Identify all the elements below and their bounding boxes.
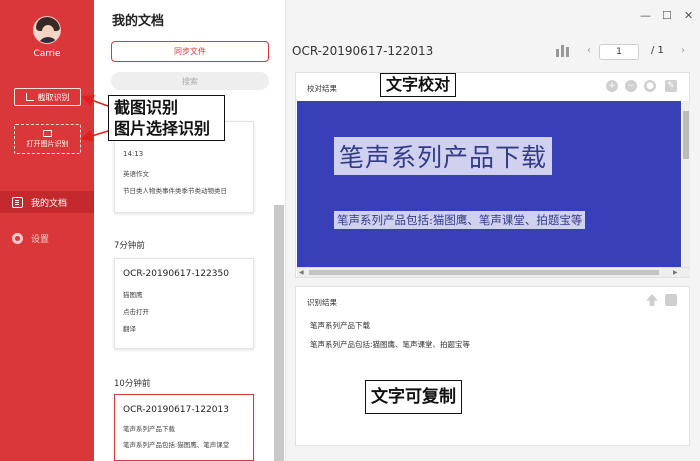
eye-icon[interactable]: ● [644, 80, 656, 92]
list-scrollbar[interactable] [274, 205, 284, 461]
card-line: 翻译 [123, 325, 136, 333]
annotation-callout-copyable: 文字可复制 [365, 380, 462, 414]
close-button[interactable]: ✕ [684, 9, 693, 22]
image-subtitle-text[interactable]: 笔声系列产品包括:猫图鹰、笔声课堂、拍题宝等 [334, 211, 586, 229]
panel-header: 识别结果 [307, 298, 337, 307]
page-number-input[interactable]: 1 [599, 44, 639, 60]
app-window: Carrie 截取识别 打开图片识别 我的文档 设置 我的文档 同步文件 搜索 … [0, 0, 700, 461]
sidebar-item-label: 我的文档 [31, 198, 68, 209]
scroll-right-icon[interactable]: ▶ [673, 269, 678, 276]
page-title: 我的文档 [112, 14, 165, 29]
card-line: 笔声系列产品包括:猫图鹰、笔声课堂 [123, 441, 230, 449]
horizontal-scrollbar[interactable]: ◀ ▶ [297, 267, 690, 277]
annotation-callout-capture: 截图识别 图片选择识别 [108, 95, 225, 141]
card-line: 笔声系列产品下载 [123, 425, 175, 433]
document-card-selected[interactable]: OCR-20190617-122013 笔声系列产品下载 笔声系列产品包括:猫图… [114, 394, 254, 461]
card-title: OCR-20190617-122013 [123, 405, 229, 415]
folder-icon [43, 129, 52, 137]
annotation-text: 截图识别 [114, 98, 179, 117]
document-view-pane: — ☐ ✕ OCR-20190617-122013 ‹ 1 / 1 › 校对结果… [286, 0, 700, 461]
next-page-button[interactable]: › [681, 45, 685, 56]
group-time-label: 10分钟前 [114, 379, 151, 389]
sidebar-item-settings[interactable]: 设置 [0, 227, 94, 249]
proofread-panel: 校对结果 + − ● ✎ 笔声系列产品下载 笔声系列产品包括:猫图鹰、笔声课堂、… [295, 72, 690, 278]
capture-recognize-button[interactable]: 截取识别 [14, 88, 81, 106]
result-text-line[interactable]: 笔声系列产品包括:猫图鹰、笔声课堂、拍题宝等 [310, 339, 470, 350]
source-image: 笔声系列产品下载 笔声系列产品包括:猫图鹰、笔声课堂、拍题宝等 [297, 101, 681, 267]
card-title: OCR-20190617-122350 [123, 269, 229, 279]
card-line: 英语作文 [123, 170, 149, 178]
document-title: OCR-20190617-122013 [292, 44, 434, 58]
panel-header: 校对结果 [307, 84, 337, 93]
crop-icon [25, 93, 34, 101]
image-title-text[interactable]: 笔声系列产品下载 [334, 137, 553, 175]
annotation-callout-proofread: 文字校对 [380, 73, 457, 97]
group-time-label: 7分钟前 [114, 241, 145, 251]
gear-icon [12, 232, 23, 244]
card-line: 点击打开 [123, 308, 149, 316]
document-list-pane: 我的文档 同步文件 搜索 14:13 英语作文 节日类人物类事件类季节类动物类日… [94, 0, 286, 461]
document-card[interactable]: OCR-20190617-122350 猫图鹰 点击打开 翻译 [114, 258, 254, 349]
export-icon[interactable] [646, 294, 658, 306]
card-time: 14:13 [123, 150, 144, 158]
document-icon [12, 196, 23, 208]
copy-icon[interactable] [665, 294, 677, 306]
previous-page-button[interactable]: ‹ [587, 45, 591, 56]
zoom-in-icon[interactable]: + [606, 80, 618, 92]
vertical-scrollbar[interactable] [682, 101, 690, 267]
card-line: 猫图鹰 [123, 291, 143, 299]
page-total: / 1 [651, 45, 664, 56]
sidebar: Carrie 截取识别 打开图片识别 我的文档 设置 [0, 0, 100, 461]
open-image-recognize-label: 打开图片识别 [26, 139, 69, 148]
sidebar-item-my-documents[interactable]: 我的文档 [0, 191, 100, 213]
scroll-left-icon[interactable]: ◀ [299, 269, 304, 276]
layout-view-icon[interactable] [556, 45, 570, 57]
card-line: 节日类人物类事件类季节类动物类日 [123, 187, 227, 195]
avatar[interactable] [33, 16, 61, 44]
capture-recognize-label: 截取识别 [37, 92, 70, 102]
maximize-button[interactable]: ☐ [662, 9, 672, 22]
result-text-line[interactable]: 笔声系列产品下载 [310, 320, 370, 331]
sidebar-item-label: 设置 [31, 234, 50, 245]
open-image-recognize-button[interactable]: 打开图片识别 [14, 124, 81, 154]
zoom-out-icon[interactable]: − [625, 80, 637, 92]
edit-icon[interactable]: ✎ [665, 80, 677, 92]
sync-files-button[interactable]: 同步文件 [111, 41, 269, 62]
search-input[interactable]: 搜索 [111, 72, 269, 90]
recognition-result-panel: 识别结果 笔声系列产品下载 笔声系列产品包括:猫图鹰、笔声课堂、拍题宝等 [295, 286, 690, 446]
username: Carrie [33, 49, 61, 59]
annotation-text: 图片选择识别 [114, 119, 211, 138]
minimize-button[interactable]: — [640, 9, 651, 22]
